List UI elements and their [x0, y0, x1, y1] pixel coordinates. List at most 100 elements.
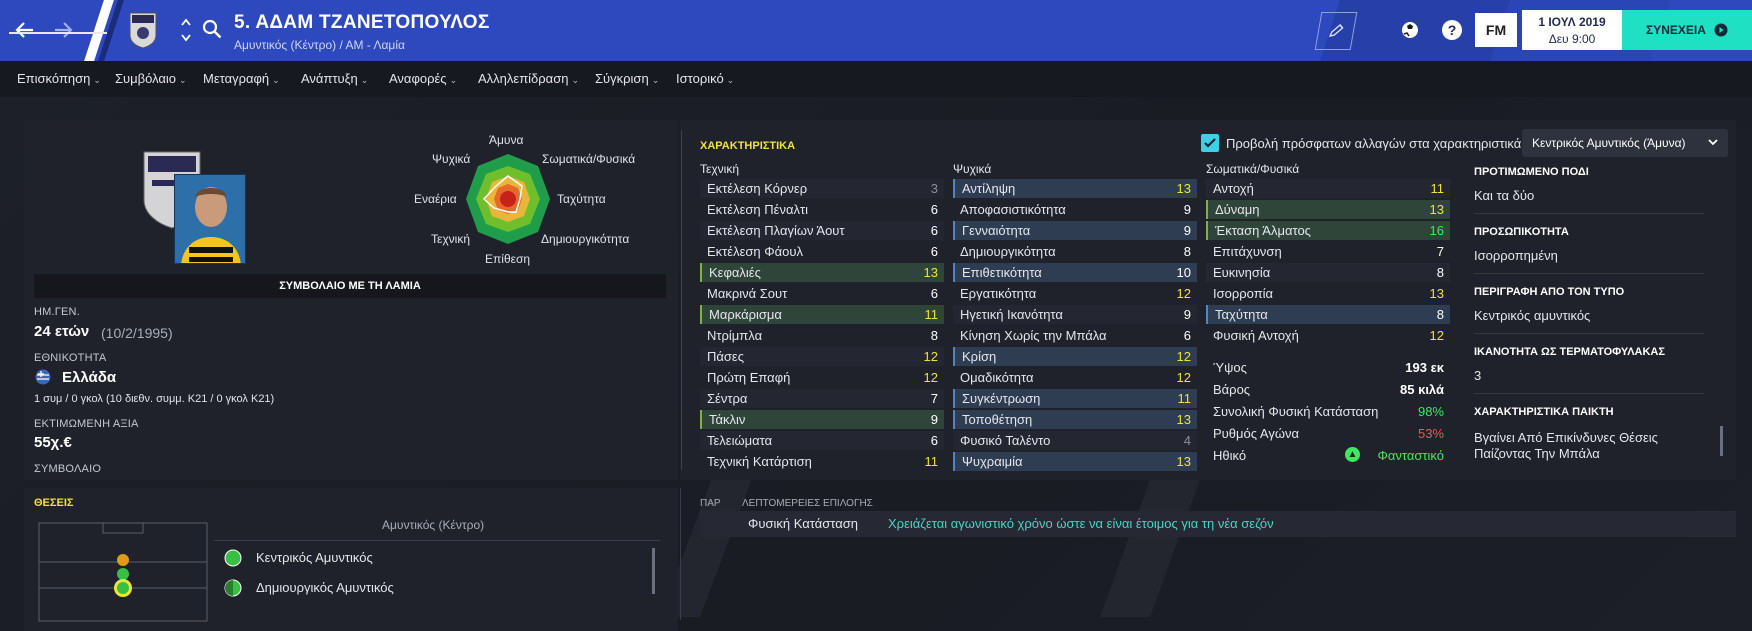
attribute-row[interactable]: Επιτάχυνση 7 [1206, 242, 1450, 261]
attribute-row[interactable]: Αποφασιστικότητα 9 [953, 200, 1197, 219]
attribute-row[interactable]: Ευκινησία 8 [1206, 263, 1450, 282]
chevron-down-icon: ⌄ [360, 75, 369, 85]
attribute-row[interactable]: Έκταση Άλματος 16 [1206, 221, 1450, 240]
header-bar: 5. ΑΔΑΜ ΤΖΑΝΕΤΟΠΟΥΛΟΣ Αμυντικός (Κέντρο)… [0, 0, 1752, 61]
menu-item-2[interactable]: Μεταγραφή ⌄ [203, 71, 280, 86]
forward-button[interactable] [48, 14, 80, 46]
player-traits-value: Βγαίνει Από Επικίνδυνες Θέσεις Παίζοντας… [1474, 430, 1658, 461]
attribute-value: 6 [930, 244, 938, 259]
selection-item-text: Χρειάζεται αγωνιστικό χρόνο ώστε να είνα… [888, 516, 1274, 531]
role-item[interactable]: Κεντρικός Αμυντικός [256, 550, 373, 565]
recent-changes-label: Προβολή πρόσφατων αλλαγών στα χαρακτηρισ… [1226, 136, 1522, 151]
detail-value: 98% [1417, 404, 1444, 419]
role-item[interactable]: Δημιουργικός Αμυντικός [256, 580, 394, 595]
menu-item-3[interactable]: Ανάπτυξη ⌄ [301, 71, 368, 86]
continue-button[interactable]: ΣΥΝΕΧΕΙΑ [1622, 10, 1752, 50]
menu-item-7[interactable]: Ιστορικό ⌄ [676, 71, 734, 86]
traits-scrollbar[interactable] [1720, 426, 1723, 456]
attribute-row[interactable]: Εκτέλεση Κόρνερ 3 [700, 179, 944, 198]
arrow-left-icon [15, 22, 33, 38]
attribute-row[interactable]: Εκτέλεση Φάουλ 6 [700, 242, 944, 261]
attribute-row[interactable]: Τάκλιν 9 [700, 410, 944, 429]
attribute-row[interactable]: Τεχνική Κατάρτιση 11 [700, 452, 944, 471]
side-separator [1474, 393, 1704, 394]
chevron-down-icon: ⌄ [93, 75, 101, 85]
attribute-row[interactable]: Μακρινά Σουτ 6 [700, 284, 944, 303]
attribute-row[interactable]: Εκτέλεση Πλαγίων Άουτ 6 [700, 221, 944, 240]
menu-item-6[interactable]: Σύγκριση ⌄ [595, 71, 659, 86]
nationality-value[interactable]: Ελλάδα [62, 369, 116, 386]
attribute-value: 8 [1436, 265, 1444, 280]
roles-scrollbar[interactable] [652, 548, 655, 594]
help-button[interactable]: ? [1442, 20, 1462, 40]
club-crest-icon[interactable] [128, 11, 158, 49]
attributes-title: ΧΑΡΑΚΤΗΡΙΣΤΙΚΑ [700, 140, 796, 152]
attribute-row[interactable]: Ηγετική Ικανότητα 9 [953, 305, 1197, 324]
detail-value: 193 εκ [1405, 360, 1444, 375]
search-button[interactable] [202, 19, 222, 44]
menu-item-0[interactable]: Επισκόπηση ⌄ [17, 71, 101, 86]
attribute-value: 13 [1176, 181, 1191, 196]
attribute-row[interactable]: Εκτέλεση Πέναλτι 6 [700, 200, 944, 219]
attribute-value: 13 [1429, 286, 1444, 301]
attribute-row[interactable]: Τελειώματα 6 [700, 431, 944, 450]
role-select[interactable]: Κεντρικός Αμυντικός (Άμυνα) [1522, 129, 1728, 157]
attribute-row[interactable]: Αντίληψη 13 [953, 179, 1197, 198]
edit-button[interactable] [1314, 12, 1358, 50]
attribute-name: Τάκλιν [709, 412, 746, 427]
attribute-row[interactable]: Ντρίμπλα 8 [700, 326, 944, 345]
active-tab-indicator [9, 32, 107, 34]
fm-menu-button[interactable]: FM [1475, 13, 1517, 47]
current-position-label: Αμυντικός (Κέντρο) [382, 518, 485, 532]
menu-item-5[interactable]: Αλληλεπίδραση ⌄ [478, 71, 579, 86]
attribute-row[interactable]: Μαρκάρισμα 11 [700, 305, 944, 324]
attribute-row[interactable]: Τοποθέτηση 13 [953, 410, 1197, 429]
date-text: 1 ΙΟΥΛ 2019 [1538, 15, 1606, 29]
attribute-name: Κεφαλιές [709, 265, 761, 280]
player-photo [174, 174, 246, 264]
player-switch-arrows[interactable] [180, 17, 192, 46]
menu-item-1[interactable]: Συμβόλαιο ⌄ [115, 71, 187, 86]
attribute-name: Αντοχή [1213, 181, 1254, 196]
radar-label-speed: Ταχύτητα [557, 192, 606, 206]
preferred-foot-value: Και τα δύο [1474, 188, 1535, 203]
physical-detail-row: Συνολική Φυσική Κατάσταση 98% [1206, 402, 1450, 421]
recent-changes-checkbox[interactable] [1201, 134, 1219, 152]
attribute-row[interactable]: Κρίση 12 [953, 347, 1197, 366]
attribute-row[interactable]: Αντοχή 11 [1206, 179, 1450, 198]
attribute-row[interactable]: Συγκέντρωση 11 [953, 389, 1197, 408]
play-circle-icon [1714, 23, 1728, 37]
world-button[interactable] [1400, 20, 1420, 45]
attribute-row[interactable]: Φυσικό Ταλέντο 4 [953, 431, 1197, 450]
attribute-row[interactable]: Πρώτη Επαφή 12 [700, 368, 944, 387]
attribute-row[interactable]: Κίνηση Χωρίς την Μπάλα 6 [953, 326, 1197, 345]
attribute-row[interactable]: Επιθετικότητα 10 [953, 263, 1197, 282]
attribute-row[interactable]: Σέντρα 7 [700, 389, 944, 408]
chevron-updown-icon [181, 18, 191, 42]
international-caps: 1 συμ / 0 γκολ (10 διεθν. συμμ. Κ21 / 0 … [34, 393, 275, 405]
attribute-row[interactable]: Πάσες 12 [700, 347, 944, 366]
menu-item-label: Αλληλεπίδραση [478, 71, 569, 86]
arrow-right-icon [55, 22, 73, 38]
attribute-row[interactable]: Ταχύτητα 8 [1206, 305, 1450, 324]
attribute-name: Κίνηση Χωρίς την Μπάλα [960, 328, 1107, 343]
back-button[interactable] [8, 14, 40, 46]
detail-name: Ύψος [1213, 360, 1247, 375]
game-date[interactable]: 1 ΙΟΥΛ 2019 Δευ 9:00 [1522, 10, 1622, 50]
attribute-value: 12 [1429, 328, 1444, 343]
attribute-name: Πάσες [707, 349, 744, 364]
attribute-row[interactable]: Γενναιότητα 9 [953, 221, 1197, 240]
attribute-row[interactable]: Ισορροπία 13 [1206, 284, 1450, 303]
attribute-row[interactable]: Δύναμη 13 [1206, 200, 1450, 219]
attribute-row[interactable]: Δημιουργικότητα 8 [953, 242, 1197, 261]
attribute-row[interactable]: Ψυχραιμία 13 [953, 452, 1197, 471]
attribute-name: Ηγετική Ικανότητα [960, 307, 1063, 322]
mental-header: Ψυχικά [953, 162, 992, 176]
dob-label: ΗΜ.ΓΕΝ. [34, 306, 80, 318]
panel-divider [680, 488, 681, 620]
attribute-row[interactable]: Ομαδικότητα 12 [953, 368, 1197, 387]
attribute-row[interactable]: Εργατικότητα 12 [953, 284, 1197, 303]
attribute-row[interactable]: Φυσική Αντοχή 12 [1206, 326, 1450, 345]
attribute-row[interactable]: Κεφαλιές 13 [700, 263, 944, 282]
menu-item-4[interactable]: Αναφορές ⌄ [389, 71, 457, 86]
